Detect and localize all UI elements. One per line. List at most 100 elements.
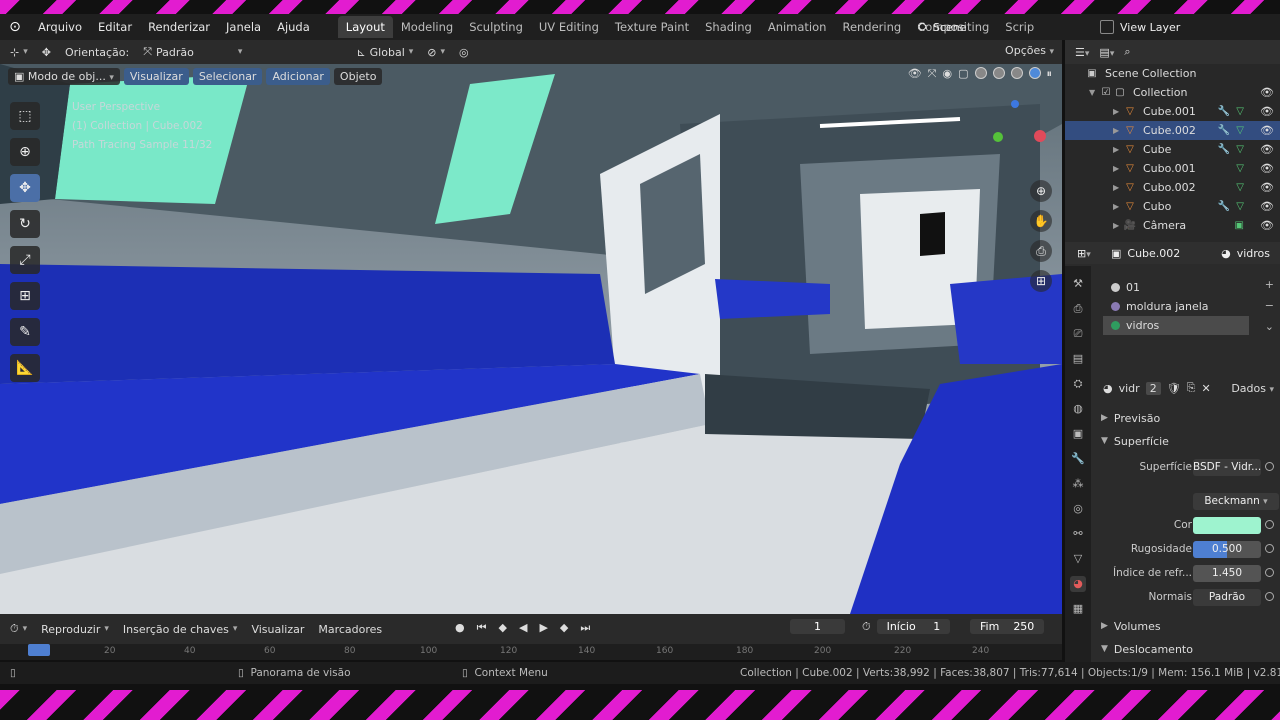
browse-material-icon[interactable]: ◕	[1103, 382, 1113, 395]
visibility-eye-icon[interactable]: 👁	[1260, 143, 1274, 156]
outliner-editor-icon[interactable]: ☰▾	[1075, 46, 1089, 59]
outliner-collection[interactable]: ▼ ☑ ▢ Collection 👁	[1065, 83, 1280, 102]
scale-tool-icon[interactable]: ⤢	[10, 246, 40, 274]
display-mode-icon[interactable]: ▤▾	[1099, 46, 1114, 59]
link-dropdown[interactable]: Dados ▾	[1231, 382, 1274, 395]
duplicate-material-icon[interactable]: ⎘	[1187, 381, 1196, 395]
data-tab-icon[interactable]: ▽	[1070, 551, 1086, 567]
timeline-editor-icon[interactable]: ⏱ ▾	[10, 622, 27, 636]
proportional-edit-icon[interactable]: ◎	[459, 46, 469, 59]
keying-menu[interactable]: Inserção de chaves ▾	[123, 623, 238, 636]
move-tool-icon[interactable]: ✥	[10, 174, 40, 202]
tab-texture-paint[interactable]: Texture Paint	[607, 16, 697, 38]
view-layer-tab-icon[interactable]: ▤	[1070, 351, 1086, 367]
outliner-item-camera[interactable]: ▶ 🎥 Câmera ▣ 👁	[1065, 216, 1280, 235]
color-swatch[interactable]	[1193, 517, 1261, 534]
surface-shader-field[interactable]: BSDF - Vidr...	[1193, 459, 1261, 476]
zoom-icon[interactable]: ⊕	[1030, 180, 1052, 202]
output-tab-icon[interactable]: ⎚	[1070, 326, 1086, 342]
3d-viewport[interactable]: User Perspective (1) Collection | Cube.0…	[0, 64, 1062, 614]
object-menu[interactable]: Objeto	[333, 67, 383, 85]
expand-icon[interactable]: ▶	[1113, 221, 1123, 230]
particles-tab-icon[interactable]: ⁂	[1070, 476, 1086, 492]
visibility-eye-icon[interactable]: 👁	[1260, 219, 1274, 232]
link-socket-icon[interactable]	[1265, 544, 1274, 553]
normals-field[interactable]: Padrão	[1193, 589, 1261, 606]
view-menu[interactable]: Visualizar	[123, 67, 189, 85]
visibility-eye-icon[interactable]: 👁	[1260, 162, 1274, 175]
unlink-material-icon[interactable]: ✕	[1201, 382, 1210, 395]
visibility-eye-icon[interactable]: 👁	[1260, 181, 1274, 194]
mode-dropdown[interactable]: ▣ Modo de obj... ▾	[8, 67, 120, 85]
world-tab-icon[interactable]: ◍	[1070, 401, 1086, 417]
expand-icon[interactable]: ▶	[1113, 202, 1123, 211]
transform-tool-icon[interactable]: ⊞	[10, 282, 40, 310]
ior-field[interactable]: 1.450	[1193, 565, 1261, 582]
remove-slot-icon[interactable]: −	[1265, 299, 1274, 312]
timeline-ruler[interactable]: 20 40 60 80 100 120 140 160 180 200 220 …	[0, 644, 1062, 660]
visibility-eye-icon[interactable]: 👁	[1260, 105, 1274, 118]
pan-hand-icon[interactable]: ✋	[1030, 210, 1052, 232]
gizmo-y[interactable]	[993, 132, 1003, 142]
constraints-tab-icon[interactable]: ⚯	[1070, 526, 1086, 542]
expand-icon[interactable]: ▶	[1113, 107, 1123, 116]
measure-tool-icon[interactable]: 📐	[10, 354, 40, 382]
options-dropdown[interactable]: Opções ▾	[1005, 44, 1054, 57]
visibility-eye-icon[interactable]: 👁	[1260, 86, 1274, 99]
material-tab-icon[interactable]: ◕	[1070, 576, 1086, 592]
outliner-item[interactable]: ▶ ▽ Cubo 🔧 ▽ 👁	[1065, 197, 1280, 216]
camera-view-icon[interactable]: ⎙	[1030, 240, 1052, 262]
tab-shading[interactable]: Shading	[697, 16, 760, 38]
link-socket-icon[interactable]	[1265, 592, 1274, 601]
orientation-dropdown[interactable]: ⤧ Padrão ▾	[143, 45, 242, 59]
snap-icon[interactable]: ⊘ ▾	[427, 46, 445, 59]
object-tab-icon[interactable]: ▣	[1070, 426, 1086, 442]
transform-tool-icon[interactable]: ✥	[42, 46, 51, 59]
menu-ajuda[interactable]: Ajuda	[269, 20, 318, 34]
menu-janela[interactable]: Janela	[218, 20, 269, 34]
expand-icon[interactable]: ▶	[1113, 126, 1123, 135]
checkbox-icon[interactable]: ☑	[1099, 87, 1113, 99]
cursor-tool-icon[interactable]: ⊕	[10, 138, 40, 166]
surface-panel-header[interactable]: ▼ Superfície	[1095, 431, 1280, 451]
menu-renderizar[interactable]: Renderizar	[140, 20, 218, 34]
markers-menu[interactable]: Marcadores	[318, 623, 382, 636]
select-box-tool-icon[interactable]: ⬚	[10, 102, 40, 130]
editor-type-icon[interactable]: ⊹ ▾	[10, 46, 28, 59]
volumes-panel-header[interactable]: ▶ Volumes	[1095, 616, 1280, 636]
gizmo-z[interactable]	[1011, 100, 1019, 108]
material-slot[interactable]: 01	[1103, 278, 1249, 297]
wireframe-shading-icon[interactable]	[974, 67, 987, 79]
visibility-icon[interactable]: 👁	[908, 67, 922, 81]
reverse-play-icon[interactable]: ◀	[519, 621, 527, 635]
search-icon[interactable]: ⌕	[1124, 45, 1130, 59]
outliner-item[interactable]: ▶ ▽ Cube.001 🔧 ▽ 👁	[1065, 102, 1280, 121]
roughness-slider[interactable]: 0.500	[1193, 541, 1261, 558]
expand-icon[interactable]: ▼	[1089, 88, 1099, 97]
tab-animation[interactable]: Animation	[760, 16, 835, 38]
playback-menu[interactable]: Reproduzir ▾	[41, 623, 109, 636]
physics-tab-icon[interactable]: ◎	[1070, 501, 1086, 517]
displacement-panel-header[interactable]: ▼ Deslocamento	[1095, 639, 1280, 659]
rendered-shading-icon[interactable]	[1028, 67, 1041, 79]
texture-tab-icon[interactable]: ▦	[1070, 601, 1086, 617]
slot-menu-icon[interactable]: ⌄	[1265, 320, 1274, 333]
tab-uv-editing[interactable]: UV Editing	[531, 16, 607, 38]
material-slot-selected[interactable]: vidros	[1103, 316, 1249, 335]
link-socket-icon[interactable]	[1265, 568, 1274, 577]
play-icon[interactable]: ▶	[539, 621, 547, 635]
tool-tab-icon[interactable]: ⚒	[1070, 276, 1086, 292]
select-menu[interactable]: Selecionar	[192, 67, 263, 85]
link-socket-icon[interactable]	[1265, 462, 1274, 471]
preview-panel-header[interactable]: ▶ Previsão	[1095, 408, 1280, 428]
material-shading-icon[interactable]	[1010, 67, 1023, 79]
outliner-item[interactable]: ▶ ▽ Cubo.001 ▽ 👁	[1065, 159, 1280, 178]
modifier-tab-icon[interactable]: 🔧	[1070, 451, 1086, 467]
render-tab-icon[interactable]: ⎙	[1070, 301, 1086, 317]
add-slot-icon[interactable]: +	[1265, 278, 1274, 291]
start-frame-field[interactable]: ⏱ Início 1	[862, 619, 951, 634]
current-frame-field[interactable]: 1	[790, 619, 845, 634]
link-socket-icon[interactable]	[1265, 520, 1274, 529]
menu-editar[interactable]: Editar	[90, 20, 140, 34]
ortho-grid-icon[interactable]: ⊞	[1030, 270, 1052, 292]
